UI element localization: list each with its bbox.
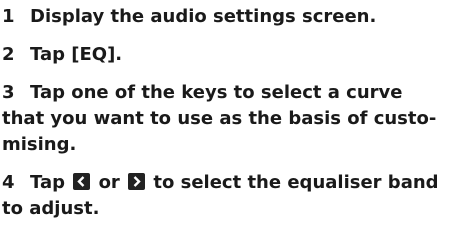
- step-text: Tap one of the keys to select a curve: [30, 82, 403, 103]
- step-text: Tap [EQ].: [30, 44, 123, 65]
- step-4: 4 Tap or to select the equaliser band to …: [2, 170, 468, 222]
- step-2: 2 Tap [EQ].: [2, 42, 468, 68]
- step-line: mising.: [2, 134, 77, 155]
- step-text: to select the equaliser band: [153, 172, 439, 193]
- left-arrow-key-icon: [73, 173, 91, 190]
- step-number: 1: [2, 6, 15, 27]
- step-text: or: [98, 172, 120, 193]
- step-line: 4 Tap or to select the equaliser band: [2, 170, 468, 196]
- step-line: to adjust.: [2, 198, 100, 219]
- step-3: 3 Tap one of the keys to select a curve t…: [2, 80, 468, 158]
- step-text: Tap: [30, 172, 65, 193]
- step-1: 1 Display the audio settings screen.: [2, 4, 468, 30]
- step-number: 3: [2, 82, 15, 103]
- step-text: Display the audio settings screen.: [30, 6, 377, 27]
- step-number: 2: [2, 44, 15, 65]
- right-arrow-key-icon: [128, 173, 146, 190]
- step-number: 4: [2, 172, 15, 193]
- step-line: that you want to use as the basis of cus…: [2, 108, 437, 129]
- step-line: 3 Tap one of the keys to select a curve: [2, 80, 468, 106]
- instruction-steps: 1 Display the audio settings screen. 2 Tap…: [2, 0, 468, 219]
